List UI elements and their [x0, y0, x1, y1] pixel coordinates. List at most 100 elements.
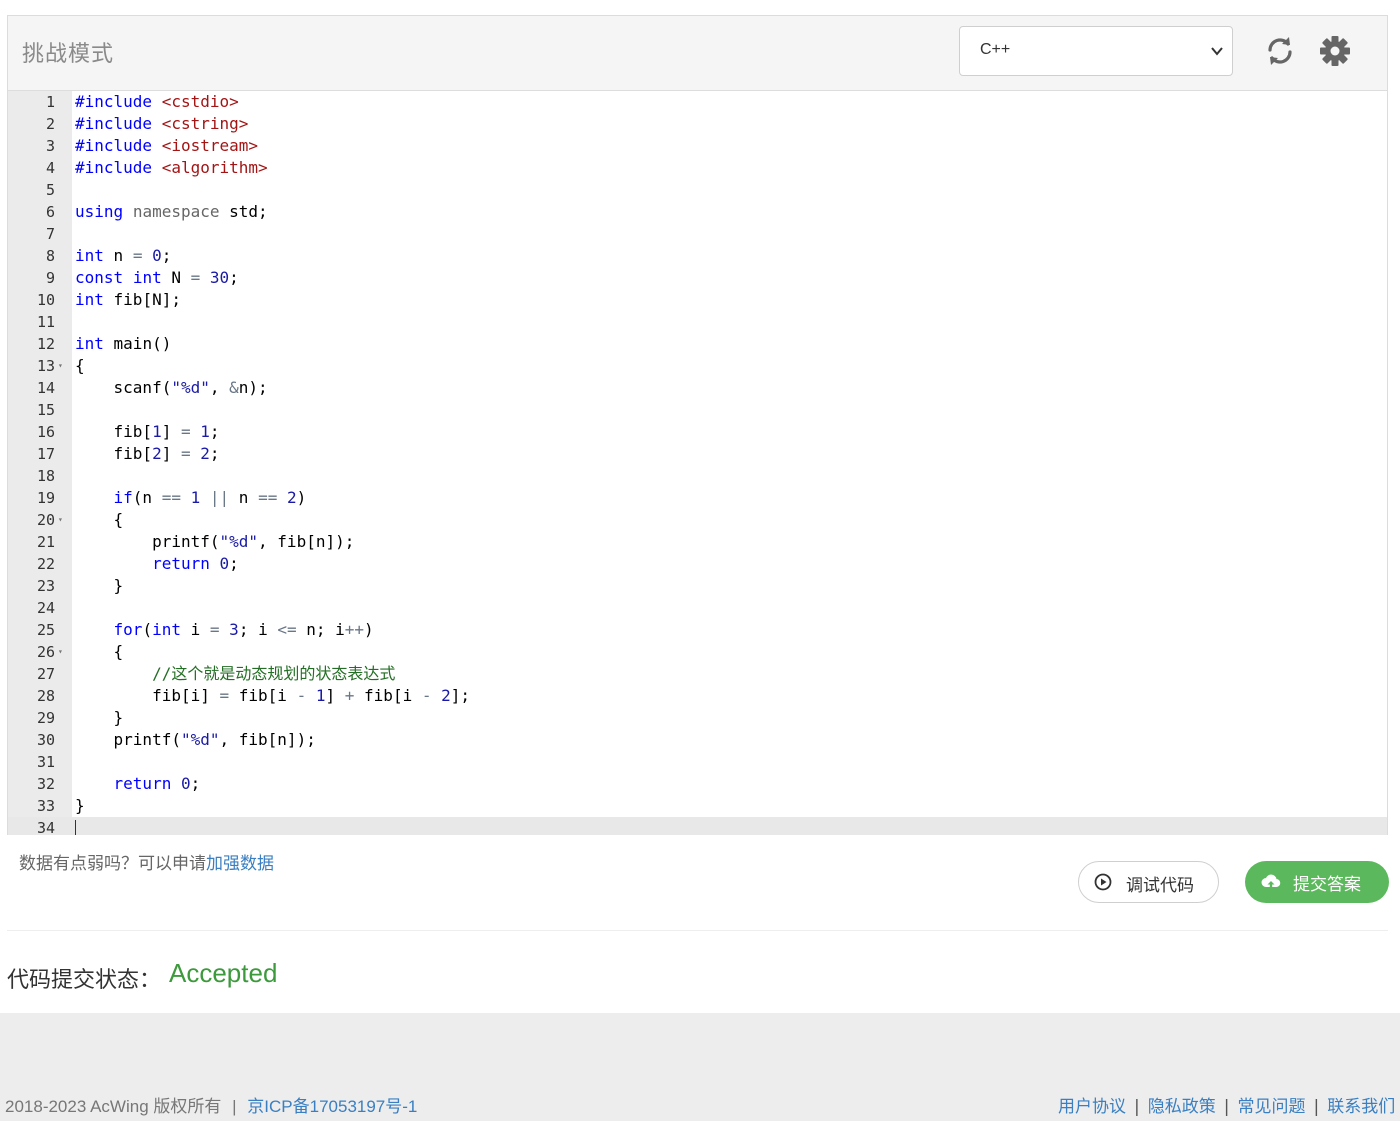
- line-number: 25: [36, 621, 55, 639]
- line-number: 20: [36, 511, 55, 529]
- code-line[interactable]: 30 printf("%d", fib[n]);: [8, 729, 1387, 751]
- code-line[interactable]: 7: [8, 223, 1387, 245]
- code-text: }: [75, 576, 124, 595]
- footer-separator: |: [1134, 1097, 1140, 1117]
- line-number: 26: [36, 643, 55, 661]
- code-line[interactable]: 18: [8, 465, 1387, 487]
- line-number: 32: [36, 775, 55, 793]
- code-line[interactable]: 16 fib[1] = 1;: [8, 421, 1387, 443]
- code-line[interactable]: 33}: [8, 795, 1387, 817]
- debug-code-button[interactable]: 调试代码: [1078, 861, 1219, 903]
- code-text: {: [75, 642, 124, 661]
- code-text: {: [75, 510, 124, 529]
- code-text: int n = 0;: [75, 246, 172, 265]
- language-select-value: C++: [980, 41, 1011, 58]
- code-line[interactable]: 12 int main(): [8, 333, 1387, 355]
- language-select[interactable]: C++: [959, 26, 1233, 76]
- code-line[interactable]: 34: [8, 817, 1387, 835]
- line-number: 19: [36, 489, 55, 507]
- code-line[interactable]: 10 int fib[N];: [8, 289, 1387, 311]
- code-line[interactable]: 24: [8, 597, 1387, 619]
- icp-link[interactable]: 京ICP备17053197号-1: [247, 1097, 417, 1116]
- line-number: 17: [36, 445, 55, 463]
- code-line[interactable]: 11: [8, 311, 1387, 333]
- line-number: 14: [36, 379, 55, 397]
- panel-title: 挑战模式: [22, 42, 115, 67]
- code-line[interactable]: 23 }: [8, 575, 1387, 597]
- code-text: #include <algorithm>: [75, 158, 268, 177]
- code-line[interactable]: 19 if(n == 1 || n == 2): [8, 487, 1387, 509]
- code-line[interactable]: 8 int n = 0;: [8, 245, 1387, 267]
- code-line[interactable]: 32 return 0;: [8, 773, 1387, 795]
- footer-separator: |: [1223, 1097, 1230, 1117]
- code-text: printf("%d", fib[n]);: [75, 532, 355, 551]
- copyright-text: 2018-2023 AcWing 版权所有: [5, 1097, 222, 1116]
- code-line[interactable]: 13 ▾ {: [8, 355, 1387, 377]
- code-line[interactable]: 6 using namespace std;: [8, 201, 1387, 223]
- code-text: fib[2] = 2;: [75, 444, 220, 463]
- line-number: 11: [36, 313, 55, 331]
- submit-answer-label: 提交答案: [1293, 875, 1361, 895]
- line-number: 31: [36, 753, 55, 771]
- footer-link-contact[interactable]: 联系我们: [1327, 1097, 1395, 1117]
- code-text: #include <iostream>: [75, 136, 259, 155]
- line-number: 7: [45, 225, 55, 243]
- code-line[interactable]: 27 //这个就是动态规划的状态表达式: [8, 663, 1387, 685]
- code-text: return 0;: [113, 774, 201, 793]
- code-panel: 挑战模式 C++ 1 #include <cstdio> 2 #include …: [7, 15, 1388, 835]
- line-number: 9: [45, 269, 55, 287]
- code-line[interactable]: 14 scanf("%d", &n);: [8, 377, 1387, 399]
- submit-status-label: 代码提交状态：: [7, 968, 162, 993]
- code-line[interactable]: 1 #include <cstdio>: [8, 91, 1387, 113]
- fold-arrow-icon[interactable]: ▾: [58, 355, 63, 377]
- line-number: 1: [45, 93, 55, 111]
- footer-link-privacy[interactable]: 隐私政策: [1148, 1097, 1216, 1117]
- submit-status-value: Accepted: [169, 958, 278, 988]
- code-line[interactable]: 17 fib[2] = 2;: [8, 443, 1387, 465]
- gear-icon[interactable]: [1318, 34, 1352, 68]
- strengthen-data-link[interactable]: 加强数据: [206, 854, 274, 874]
- line-number: 5: [45, 181, 55, 199]
- footer-link-faq[interactable]: 常见问题: [1237, 1097, 1305, 1117]
- code-line[interactable]: 5: [8, 179, 1387, 201]
- debug-code-label: 调试代码: [1126, 876, 1194, 896]
- code-line[interactable]: 25 for(int i = 3; i <= n; i++): [8, 619, 1387, 641]
- line-number: 21: [36, 533, 55, 551]
- code-editor[interactable]: 1 #include <cstdio> 2 #include <cstring> 3 #i…: [8, 91, 1387, 835]
- fold-arrow-icon[interactable]: ▾: [58, 641, 63, 663]
- code-text: }: [75, 796, 85, 815]
- line-number: 16: [36, 423, 55, 441]
- line-number: 4: [45, 159, 55, 177]
- code-line[interactable]: 3 #include <iostream>: [8, 135, 1387, 157]
- line-number: 13: [36, 357, 55, 375]
- code-text: int main(): [75, 334, 172, 353]
- code-line[interactable]: 22 return 0;: [8, 553, 1387, 575]
- code-text: scanf("%d", &n);: [75, 378, 268, 397]
- code-line[interactable]: 2 #include <cstring>: [8, 113, 1387, 135]
- code-line[interactable]: 29 }: [8, 707, 1387, 729]
- code-line[interactable]: 20 ▾ {: [8, 509, 1387, 531]
- code-line[interactable]: 9 const int N = 30;: [8, 267, 1387, 289]
- footer-separator: |: [1313, 1097, 1320, 1117]
- code-text: printf("%d", fib[n]);: [75, 730, 316, 749]
- code-line[interactable]: 31: [8, 751, 1387, 773]
- code-line[interactable]: 28 fib[i] = fib[i - 1] + fib[i - 2];: [8, 685, 1387, 707]
- fold-arrow-icon[interactable]: ▾: [58, 509, 63, 531]
- refresh-icon[interactable]: [1263, 34, 1297, 68]
- submit-answer-button[interactable]: 提交答案: [1245, 861, 1389, 903]
- code-line[interactable]: 4 #include <algorithm>: [8, 157, 1387, 179]
- footer-separator: |: [232, 1097, 237, 1116]
- code-line[interactable]: 15: [8, 399, 1387, 421]
- footer-link-user-agreement[interactable]: 用户协议: [1058, 1097, 1126, 1117]
- code-line[interactable]: 21 printf("%d", fib[n]);: [8, 531, 1387, 553]
- code-lines[interactable]: 1 #include <cstdio> 2 #include <cstring> 3 #i…: [8, 91, 1387, 835]
- code-line[interactable]: 26 ▾ {: [8, 641, 1387, 663]
- line-number: 18: [36, 467, 55, 485]
- footer-links: 用户协议 | 隐私政策 | 常见问题 | 联系我们: [1058, 1092, 1395, 1117]
- code-text: fib[1] = 1;: [75, 422, 220, 441]
- line-number: 23: [36, 577, 55, 595]
- code-text: fib[i] = fib[i - 1] + fib[i - 2];: [75, 686, 471, 705]
- hint-text: 数据有点弱吗？可以申请: [19, 854, 206, 874]
- line-number: 3: [45, 137, 55, 155]
- code-text: }: [75, 708, 124, 727]
